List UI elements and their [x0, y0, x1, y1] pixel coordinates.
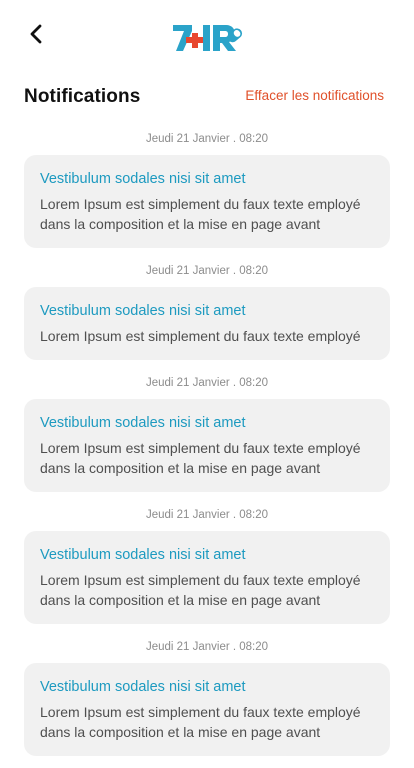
notification-timestamp: Jeudi 21 Janvier . 08:20: [145, 265, 269, 277]
app-header: [0, 0, 414, 70]
notification-card[interactable]: Vestibulum sodales nisi sit amet Lorem I…: [24, 663, 390, 756]
notification-item: Jeudi 21 Janvier . 08:20 Vestibulum soda…: [24, 128, 390, 248]
notification-feed: Jeudi 21 Janvier . 08:20 Vestibulum soda…: [24, 128, 390, 768]
notification-card[interactable]: Vestibulum sodales nisi sit amet Lorem I…: [24, 531, 390, 624]
notification-body: Lorem Ipsum est simplement du faux texte…: [40, 328, 361, 344]
notification-body: Lorem Ipsum est simplement du faux texte…: [40, 704, 361, 740]
notification-item: Jeudi 21 Janvier . 08:20 Vestibulum soda…: [24, 636, 390, 756]
notification-title: Vestibulum sodales nisi sit amet: [40, 171, 246, 187]
notification-timestamp: Jeudi 21 Janvier . 08:20: [145, 509, 269, 521]
notification-body: Lorem Ipsum est simplement du faux texte…: [40, 196, 361, 232]
notification-title: Vestibulum sodales nisi sit amet: [40, 303, 246, 319]
notification-item: Jeudi 21 Janvier . 08:20 Vestibulum soda…: [24, 260, 390, 360]
page-title: Notifications: [24, 86, 141, 107]
chevron-left-icon: [28, 23, 44, 50]
notification-body: Lorem Ipsum est simplement du faux texte…: [40, 572, 361, 608]
notification-title: Vestibulum sodales nisi sit amet: [40, 679, 246, 695]
notification-item: Jeudi 21 Janvier . 08:20 Vestibulum soda…: [24, 504, 390, 624]
notification-card[interactable]: Vestibulum sodales nisi sit amet Lorem I…: [24, 155, 390, 248]
notification-title: Vestibulum sodales nisi sit amet: [40, 547, 246, 563]
notification-timestamp: Jeudi 21 Janvier . 08:20: [145, 377, 269, 389]
notification-timestamp: Jeudi 21 Janvier . 08:20: [145, 133, 269, 145]
notification-body: Lorem Ipsum est simplement du faux texte…: [40, 440, 361, 476]
clear-notifications-link[interactable]: Effacer les notifications: [245, 88, 384, 103]
notification-timestamp: Jeudi 21 Janvier . 08:20: [145, 641, 269, 653]
notification-item: Jeudi 21 Janvier . 08:20 Vestibulum soda…: [24, 372, 390, 492]
notification-card[interactable]: Vestibulum sodales nisi sit amet Lorem I…: [24, 287, 390, 360]
back-button[interactable]: [22, 22, 50, 50]
app-logo: [172, 22, 244, 54]
notification-card[interactable]: Vestibulum sodales nisi sit amet Lorem I…: [24, 399, 390, 492]
title-row: Notifications Effacer les notifications: [24, 84, 390, 110]
notification-title: Vestibulum sodales nisi sit amet: [40, 415, 246, 431]
